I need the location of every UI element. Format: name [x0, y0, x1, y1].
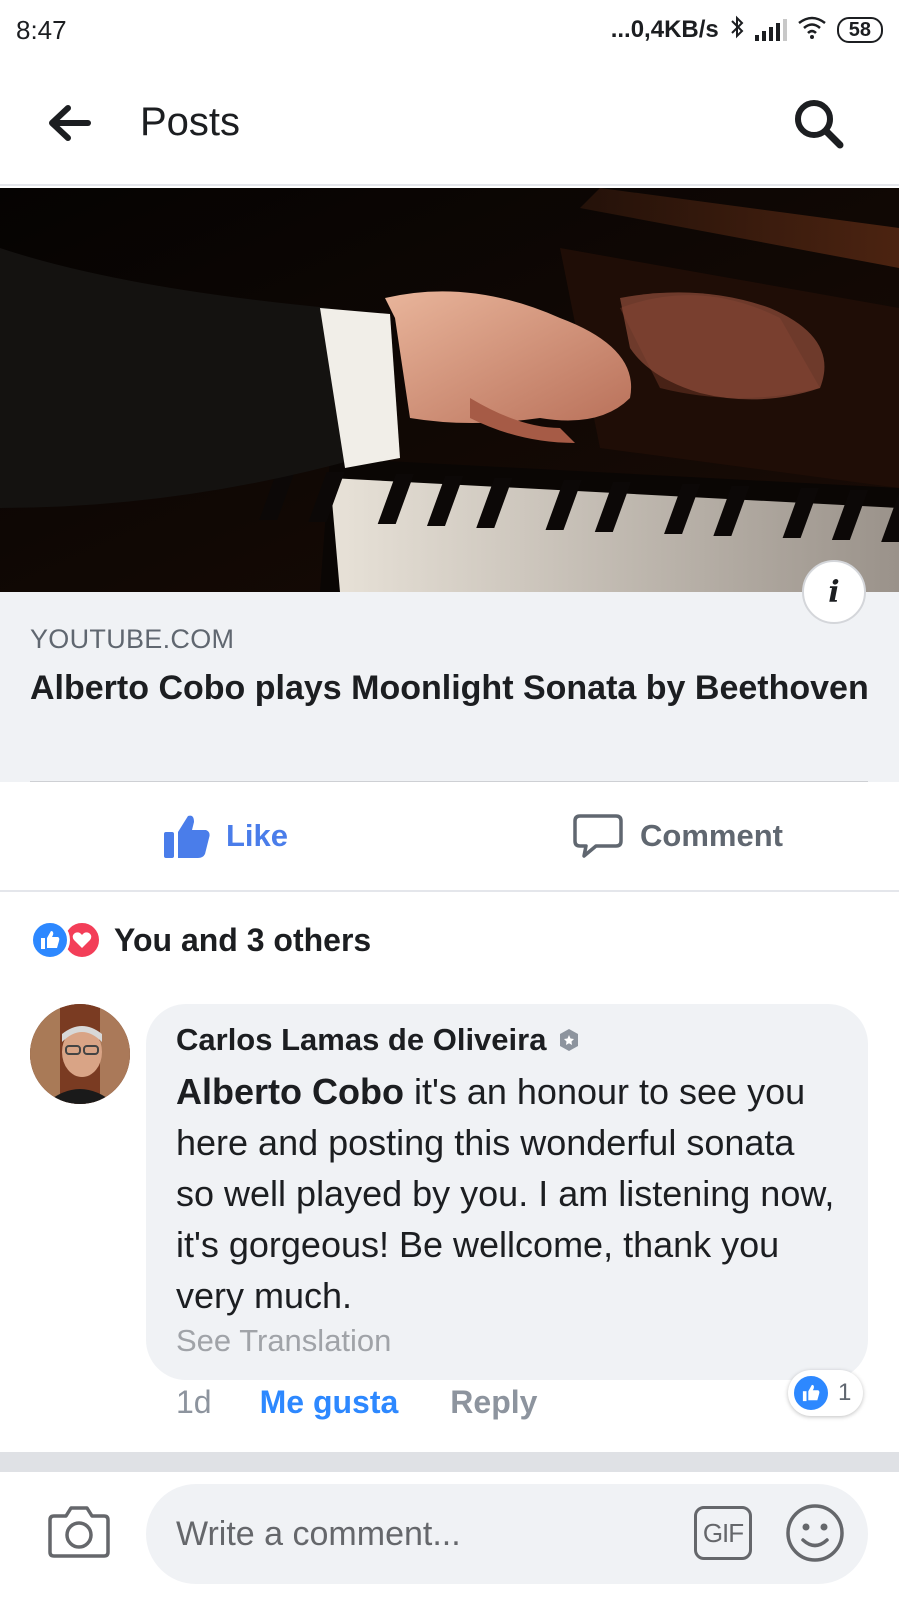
page-title: Posts	[140, 100, 241, 144]
status-time: 8:47	[16, 14, 67, 45]
battery-icon: 58	[836, 17, 883, 43]
avatar-photo	[30, 1004, 130, 1104]
composer-separator	[0, 1452, 899, 1472]
search-button[interactable]	[791, 96, 847, 152]
reaction-count: 1	[838, 1379, 852, 1406]
link-preview-image[interactable]	[0, 188, 899, 592]
camera-button[interactable]	[48, 1502, 110, 1560]
like-button[interactable]: Like	[162, 812, 288, 860]
smiley-icon	[786, 1504, 844, 1562]
reactions-summary[interactable]: You and 3 others	[30, 920, 371, 960]
link-title: Alberto Cobo plays Moonlight Sonata by B…	[30, 669, 869, 707]
link-domain: YOUTUBE.COM	[30, 624, 235, 654]
comment-composer: GIF	[0, 1472, 899, 1599]
comment-mention[interactable]: Alberto Cobo	[176, 1071, 404, 1112]
reactions-count-text: You and 3 others	[114, 921, 372, 958]
speech-bubble-icon	[573, 814, 623, 858]
search-icon	[795, 100, 844, 149]
like-label: Like	[226, 818, 289, 853]
post-action-bar: Like Comment	[0, 782, 899, 892]
bluetooth-icon	[729, 14, 745, 46]
network-speed: ...0,4KB/s	[610, 16, 719, 43]
thumbs-up-icon	[164, 815, 210, 858]
comment-label: Comment	[640, 818, 783, 853]
like-reaction-icon	[792, 1374, 830, 1412]
arrow-left-icon	[49, 105, 91, 141]
comment-timestamp: 1d	[176, 1384, 212, 1420]
status-bar: 8:47 ...0,4KB/s 58	[0, 0, 899, 60]
cell-signal-icon	[754, 19, 787, 41]
see-translation-link[interactable]: See Translation	[176, 1323, 838, 1359]
back-button[interactable]	[44, 100, 100, 146]
comment-author[interactable]: Carlos Lamas de Oliveira	[176, 1022, 838, 1058]
info-icon: i	[828, 574, 840, 610]
app-header: Posts	[0, 60, 899, 186]
comment-like-button[interactable]: Me gusta	[260, 1384, 399, 1421]
like-reaction-icon	[30, 920, 70, 960]
gif-button[interactable]: GIF	[694, 1506, 752, 1560]
piano-photo	[0, 188, 899, 592]
link-info-button[interactable]: i	[802, 560, 866, 624]
top-fan-badge-icon	[560, 1029, 579, 1051]
link-preview-meta[interactable]: YOUTUBE.COM Alberto Cobo plays Moonlight…	[0, 592, 899, 782]
emoji-button[interactable]	[784, 1502, 846, 1564]
wifi-icon	[797, 15, 827, 46]
comment-button[interactable]: Comment	[572, 812, 783, 860]
status-icons: ...0,4KB/s 58	[611, 14, 883, 46]
comment-text: Alberto Cobo it's an honour to see you h…	[176, 1066, 838, 1321]
comment-author-name: Carlos Lamas de Oliveira	[176, 1022, 547, 1057]
comment-input[interactable]	[146, 1484, 868, 1584]
comment-actions: 1d Me gusta Reply	[176, 1384, 537, 1421]
comment-bubble[interactable]: Carlos Lamas de Oliveira Alberto Cobo it…	[146, 1004, 868, 1380]
camera-icon	[48, 1506, 110, 1558]
comment-reaction-count[interactable]: 1	[788, 1370, 864, 1416]
comment-reply-button[interactable]: Reply	[450, 1384, 537, 1421]
avatar[interactable]	[30, 1004, 130, 1104]
